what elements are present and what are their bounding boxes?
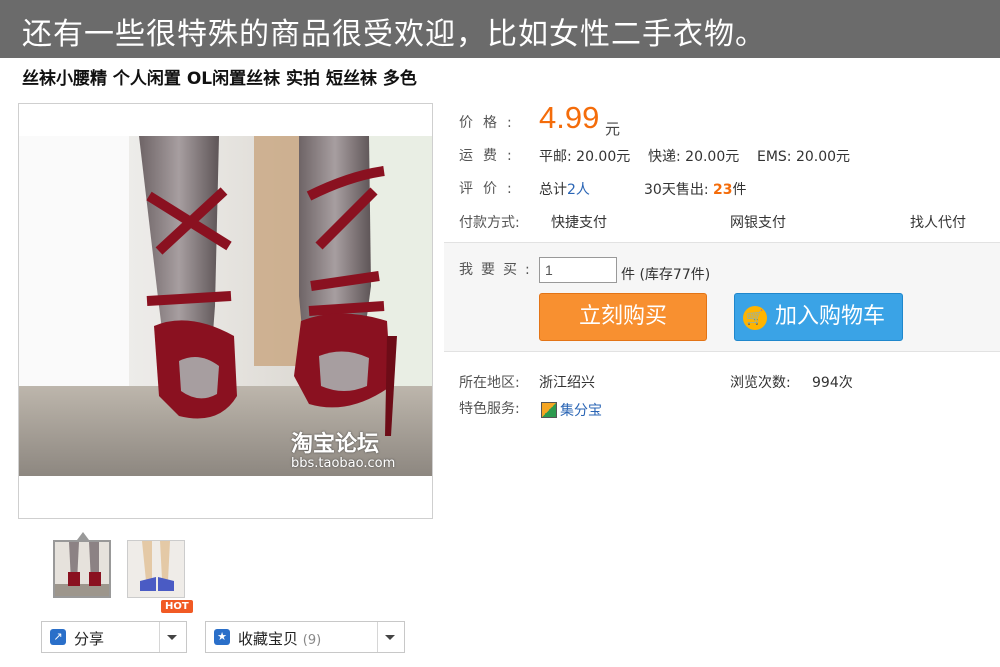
shipping-ems: EMS: 20.00元: [757, 149, 851, 165]
jifenbao-icon: [541, 402, 557, 418]
buy-now-button[interactable]: 立刻购买: [539, 293, 707, 341]
shipping-label: 运费:: [459, 148, 522, 164]
service-value[interactable]: 集分宝: [560, 403, 602, 419]
caption-banner: 还有一些很特殊的商品很受欢迎，比如女性二手衣物。: [0, 0, 1000, 58]
favorite-divider: [377, 622, 378, 652]
price-unit: 元: [605, 120, 621, 138]
location-value: 浙江绍兴: [539, 375, 595, 391]
thumbnail-2[interactable]: [127, 540, 185, 598]
service-label: 特色服务:: [459, 401, 520, 417]
thumb-pointer: [77, 532, 89, 540]
favorite-text: 收藏宝贝: [238, 630, 299, 648]
main-photo-frame[interactable]: 淘宝论坛 bbs.taobao.com: [18, 103, 433, 519]
views-value: 994次: [812, 375, 853, 391]
review-total: 总计2人: [539, 179, 590, 199]
hot-badge: HOT: [161, 600, 193, 613]
main-photo: 淘宝论坛 bbs.taobao.com: [19, 136, 432, 476]
payment-label: 付款方式:: [459, 215, 520, 231]
share-dropdown-icon[interactable]: [167, 635, 177, 640]
shipping-surface: 平邮: 20.00元: [539, 149, 631, 165]
payment-proxy[interactable]: 找人代付: [910, 212, 966, 232]
shipping-express: 快递: 20.00元: [648, 149, 740, 165]
review-total-link[interactable]: 2人: [567, 182, 590, 198]
payment-online-bank[interactable]: 网银支付: [730, 212, 786, 232]
review-total-prefix: 总计: [539, 182, 567, 198]
favorite-label: 收藏宝贝 (9): [238, 628, 321, 649]
caption-text: 还有一些很特殊的商品很受欢迎，比如女性二手衣物。: [22, 17, 766, 52]
add-to-cart-button[interactable]: 🛒 加入购物车: [734, 293, 903, 341]
price-label: 价格:: [459, 115, 522, 131]
quantity-input[interactable]: [539, 257, 617, 283]
add-to-cart-label: 加入购物车: [775, 304, 886, 329]
quantity-label: 我要买:: [459, 262, 538, 278]
sold-label: 30天售出:: [644, 182, 709, 198]
item-title: 丝袜小腰精 个人闲置 OL闲置丝袜 实拍 短丝袜 多色: [22, 69, 417, 89]
location-label: 所在地区:: [459, 375, 520, 391]
share-icon: ↗: [50, 629, 66, 645]
sold-count: 30天售出: 23件: [644, 179, 746, 199]
share-label: 分享: [74, 630, 105, 648]
stock-text: 件 (库存77件): [621, 267, 711, 283]
sold-value: 23: [712, 182, 733, 198]
favorite-count: (9): [302, 633, 322, 648]
sold-unit: 件: [732, 182, 747, 198]
service-item[interactable]: 集分宝: [541, 400, 602, 420]
share-divider: [159, 622, 160, 652]
review-label: 评价:: [459, 181, 522, 197]
watermark-logo: 淘宝论坛: [291, 432, 380, 457]
price-value: 4.99: [539, 100, 600, 135]
favorite-button[interactable]: ★ 收藏宝贝 (9): [205, 621, 405, 653]
views-label: 浏览次数:: [730, 375, 791, 391]
watermark: 淘宝论坛 bbs.taobao.com: [291, 426, 395, 471]
favorite-dropdown-icon[interactable]: [385, 635, 395, 640]
payment-quick[interactable]: 快捷支付: [551, 212, 607, 232]
watermark-url: bbs.taobao.com: [291, 456, 396, 471]
favorite-icon: ★: [214, 629, 230, 645]
share-button[interactable]: ↗ 分享: [41, 621, 187, 653]
cart-icon: 🛒: [743, 306, 767, 330]
thumbnail-1[interactable]: [53, 540, 111, 598]
